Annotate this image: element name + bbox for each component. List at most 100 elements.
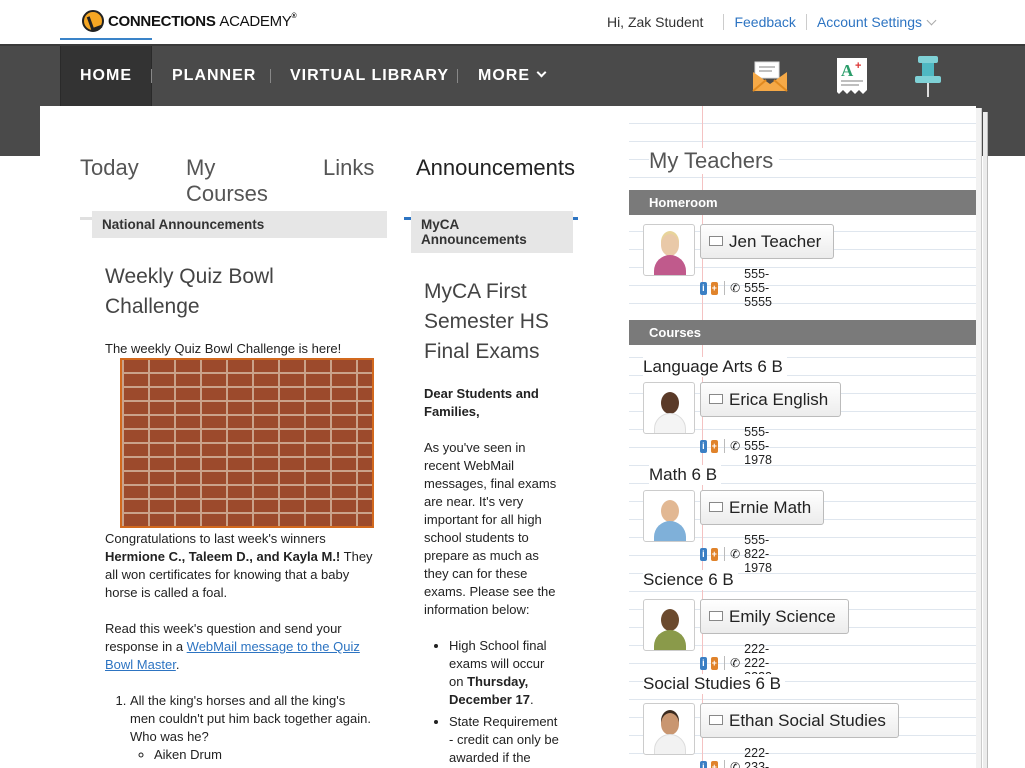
- phone-icon: ✆: [730, 760, 741, 768]
- teacher-actions: i + ✆ 222-233-2424: [700, 746, 785, 768]
- mail-icon: [709, 236, 723, 246]
- user-greeting: Hi, Zak Student: [606, 14, 704, 30]
- svg-text:+: +: [855, 60, 861, 72]
- mail-icon: [709, 502, 723, 512]
- nav-planner[interactable]: PLANNER: [172, 46, 256, 106]
- teacher-avatar: [643, 703, 695, 755]
- teacher-phone: 555-822-1978: [744, 533, 772, 575]
- pin-icon[interactable]: [912, 54, 944, 100]
- bullet-state-requirement: State Requirement - credit can only be a…: [449, 713, 560, 768]
- tab-announcements[interactable]: Announcements: [404, 149, 578, 220]
- course-name: Science 6 B: [643, 570, 738, 590]
- mail-icon: [709, 611, 723, 621]
- home-indicator: [60, 38, 152, 40]
- gradebook-icon[interactable]: A +: [835, 56, 869, 96]
- sidebar-page-edge: [983, 112, 988, 768]
- nav-divider: [457, 69, 458, 83]
- mail-icon: [709, 394, 723, 404]
- myca-announcements: MyCA Announcements MyCA First Semester H…: [411, 211, 573, 768]
- info-icon[interactable]: i: [700, 547, 707, 561]
- calendar-icon[interactable]: +: [710, 439, 718, 453]
- course-name: Math 6 B: [649, 465, 722, 485]
- info-icon[interactable]: i: [700, 760, 707, 768]
- sidebar-page-edge: [976, 108, 982, 768]
- phone-icon: ✆: [730, 656, 741, 670]
- message-teacher-button[interactable]: Jen Teacher: [700, 224, 835, 259]
- svg-text:A: A: [841, 61, 854, 80]
- logo-text: CONNECTIONS ACADEMY®: [108, 12, 297, 30]
- calendar-icon[interactable]: +: [710, 281, 718, 295]
- phone-icon: ✆: [730, 281, 741, 295]
- nav-divider: [151, 69, 152, 83]
- answer-option: Aiken Drum: [154, 746, 374, 764]
- national-announcements: National Announcements Weekly Quiz Bowl …: [92, 211, 387, 766]
- message-teacher-button[interactable]: Ethan Social Studies: [700, 703, 899, 738]
- logo-icon: [82, 10, 104, 32]
- main-content-card: Today My Courses Links Announcements Nat…: [40, 106, 629, 768]
- myca-body: Dear Students and Families, As you've se…: [411, 385, 573, 768]
- nav-virtual-library[interactable]: VIRTUAL LIBRARY: [290, 46, 449, 106]
- myca-bullets: High School final exams will occur on Th…: [424, 637, 560, 768]
- myca-announcements-heading: MyCA Announcements: [411, 211, 573, 253]
- user-links: Hi, Zak Student Feedback Account Setting…: [606, 14, 937, 30]
- teacher-phone: 555-555-5555: [744, 267, 772, 309]
- tab-today[interactable]: Today: [80, 149, 164, 220]
- phone-icon: ✆: [730, 439, 741, 453]
- info-icon[interactable]: i: [700, 439, 707, 453]
- congrats-paragraph: Congratulations to last week's winners H…: [105, 531, 373, 600]
- announcement-title: Weekly Quiz Bowl Challenge: [105, 265, 274, 318]
- brick-wall-image: [120, 358, 374, 528]
- announcement-intro: The weekly Quiz Bowl Challenge is here!: [105, 341, 342, 356]
- my-teachers-title: My Teachers: [649, 148, 780, 174]
- read-paragraph: Read this week's question and send your …: [105, 621, 360, 672]
- message-teacher-button[interactable]: Erica English: [700, 382, 842, 417]
- homeroom-header: Homeroom: [629, 190, 976, 215]
- bullet-exam-date: High School final exams will occur on Th…: [449, 637, 560, 709]
- teacher-avatar: [643, 382, 695, 434]
- chevron-down-icon: [926, 15, 937, 26]
- teacher-phone: 555-555-1978: [744, 425, 772, 467]
- tab-bar: Today My Courses Links Announcements: [80, 149, 600, 220]
- teacher-actions: i + ✆ 555-822-1978: [700, 533, 785, 575]
- national-announcements-heading: National Announcements: [92, 211, 387, 238]
- my-teachers-panel: My Teachers Homeroom Jen Teacher i + ✆ 5…: [629, 106, 976, 768]
- feedback-link[interactable]: Feedback: [734, 14, 795, 30]
- announcement-body: The weekly Quiz Bowl Challenge is here! …: [92, 340, 387, 764]
- salutation: Dear Students and Families,: [424, 386, 539, 419]
- teacher-avatar: [643, 224, 695, 276]
- myca-title: MyCA First Semester HS Final Exams: [424, 280, 549, 363]
- divider: [805, 14, 807, 30]
- calendar-icon[interactable]: +: [710, 547, 718, 561]
- nav-home[interactable]: HOME: [60, 46, 152, 106]
- mail-icon: [709, 715, 723, 725]
- top-header: CONNECTIONS ACADEMY® Hi, Zak Student Fee…: [0, 0, 1025, 44]
- chevron-down-icon: [536, 67, 547, 78]
- winners-text: Hermione C., Taleem D., and Kayla M.!: [105, 549, 341, 564]
- calendar-icon[interactable]: +: [710, 656, 718, 670]
- account-settings-link[interactable]: Account Settings: [817, 14, 937, 30]
- message-teacher-button[interactable]: Ernie Math: [700, 490, 825, 525]
- myca-paragraph: As you've seen in recent WebMail message…: [424, 440, 557, 617]
- teacher-phone: 222-233-2424: [744, 746, 770, 768]
- main-nav: HOME PLANNER VIRTUAL LIBRARY MORE A +: [0, 44, 1025, 106]
- course-name: Social Studies 6 B: [643, 674, 785, 694]
- teacher-actions: i + ✆ 555-555-5555: [700, 267, 785, 309]
- courses-header: Courses: [629, 320, 976, 345]
- teacher-avatar: [643, 599, 695, 651]
- teacher-actions: i + ✆ 555-555-1978: [700, 425, 785, 467]
- tab-my-courses[interactable]: My Courses: [186, 149, 301, 220]
- mail-icon[interactable]: [752, 58, 788, 92]
- calendar-icon[interactable]: +: [710, 760, 718, 768]
- question-item: All the king's horses and all the king's…: [130, 692, 374, 764]
- phone-icon: ✆: [730, 547, 741, 561]
- answer-options: Aiken Drum: [130, 746, 374, 764]
- connections-academy-logo[interactable]: CONNECTIONS ACADEMY®: [82, 10, 297, 32]
- course-name: Language Arts 6 B: [643, 357, 787, 377]
- info-icon[interactable]: i: [700, 281, 707, 295]
- divider: [723, 14, 725, 30]
- question-list: All the king's horses and all the king's…: [105, 692, 374, 764]
- info-icon[interactable]: i: [700, 656, 707, 670]
- nav-more[interactable]: MORE: [478, 46, 547, 106]
- tab-links[interactable]: Links: [323, 149, 382, 220]
- message-teacher-button[interactable]: Emily Science: [700, 599, 849, 634]
